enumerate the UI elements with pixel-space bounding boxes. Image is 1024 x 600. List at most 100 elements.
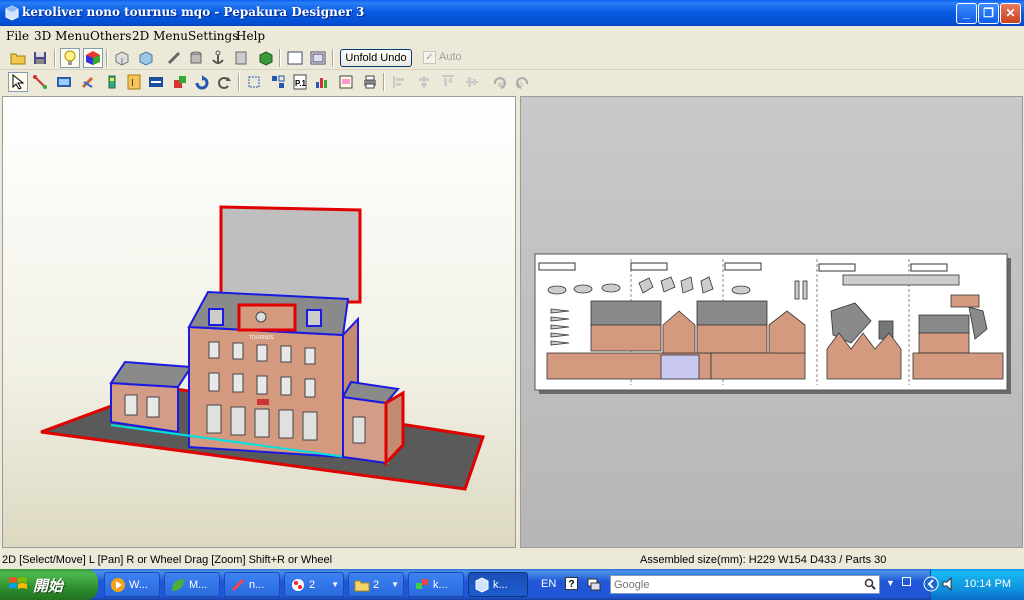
- arrange-icon[interactable]: [268, 72, 288, 92]
- auto-checkbox[interactable]: ✓: [423, 51, 436, 64]
- status-bar: 2D [Select/Move] L [Pan] R or Wheel Drag…: [0, 552, 1024, 569]
- image-icon[interactable]: [146, 72, 166, 92]
- rotate-icon[interactable]: [192, 72, 212, 92]
- taskbar-item-notepad[interactable]: n...: [224, 572, 280, 597]
- selected-wall-panel: [219, 205, 362, 304]
- window-title: keroliver nono tournus mqo - Pepakura De…: [22, 5, 365, 19]
- left-wing-roof: [109, 360, 193, 389]
- language-indicator[interactable]: EN: [541, 578, 556, 590]
- page-setup-icon[interactable]: P.1: [290, 72, 310, 92]
- taskbar-item-k1[interactable]: k...: [408, 572, 464, 597]
- network-icon[interactable]: [586, 576, 602, 592]
- anchor-icon[interactable]: [208, 48, 228, 68]
- taskbar-item-wmp[interactable]: W...: [104, 572, 160, 597]
- open-icon[interactable]: [8, 48, 28, 68]
- windows-logo-icon: [9, 577, 27, 589]
- pepakura-icon: [475, 577, 489, 593]
- print-icon[interactable]: [360, 72, 380, 92]
- search-icon[interactable]: [864, 578, 876, 590]
- flip-icon[interactable]: [214, 72, 234, 92]
- start-label: 開始: [33, 578, 64, 595]
- menu-2d[interactable]: 2D Menu: [132, 29, 188, 43]
- taskbar-item-label: 2: [373, 579, 380, 591]
- pencil-icon[interactable]: [164, 48, 184, 68]
- 3d-view-pane[interactable]: TOURNUS: [2, 96, 516, 548]
- svg-text:90: 90: [498, 83, 505, 89]
- chevron-down-icon: ▼: [331, 580, 339, 589]
- menu-others[interactable]: Others: [90, 29, 131, 43]
- select-arrow-icon[interactable]: [8, 72, 28, 92]
- text-box-icon[interactable]: I: [124, 72, 144, 92]
- texture-toggle-icon[interactable]: [83, 48, 103, 68]
- join-edge-icon[interactable]: [30, 72, 50, 92]
- tray-expand-icon[interactable]: [923, 576, 939, 592]
- pepakura-app-icon: [5, 5, 19, 21]
- search-options-icon[interactable]: ▼: [886, 578, 895, 588]
- title-bar: keroliver nono tournus mqo - Pepakura De…: [0, 0, 1024, 26]
- print-preview-icon[interactable]: [336, 72, 356, 92]
- taskbar-item-label: k...: [493, 579, 508, 591]
- 2d-view-pane[interactable]: [520, 96, 1023, 548]
- svg-text:I: I: [131, 78, 134, 89]
- lightbulb-icon[interactable]: [60, 48, 80, 68]
- brush-icon[interactable]: [78, 72, 98, 92]
- chart-icon[interactable]: [312, 72, 332, 92]
- svg-text:P.1: P.1: [295, 79, 307, 88]
- align-center-icon[interactable]: [414, 72, 434, 92]
- taskbar-item-label: k...: [433, 579, 448, 591]
- menu-bar: File 3D Menu Others 2D Menu Settings Hel…: [0, 26, 1024, 46]
- menu-settings[interactable]: Settings: [188, 29, 238, 43]
- toolbar-separator: [106, 49, 108, 67]
- align-left-icon[interactable]: [390, 72, 410, 92]
- align-top-icon[interactable]: [438, 72, 458, 92]
- selected-dormer: [237, 303, 297, 332]
- minimize-button[interactable]: _: [956, 3, 977, 24]
- box-view-icon[interactable]: [112, 48, 132, 68]
- green-part-icon[interactable]: [256, 48, 276, 68]
- unfold-undo-button[interactable]: Unfold Undo: [340, 49, 412, 67]
- cylinder-icon[interactable]: [186, 48, 206, 68]
- rotate-left-90-icon[interactable]: 90: [490, 72, 510, 92]
- taskbar-group-folders[interactable]: 2 ▼: [348, 572, 404, 597]
- svg-text:90: 90: [516, 83, 523, 89]
- toolbar-separator: [383, 73, 385, 91]
- toolbar-separator: [54, 49, 56, 67]
- bottle-icon[interactable]: [102, 72, 122, 92]
- search-input[interactable]: [611, 576, 861, 593]
- google-search-box[interactable]: [610, 575, 880, 594]
- auto-label: Auto: [439, 51, 462, 63]
- texture-edit-icon[interactable]: [170, 72, 190, 92]
- save-icon[interactable]: [30, 48, 50, 68]
- part-icon[interactable]: [231, 48, 251, 68]
- main-toolbar: Unfold Undo ✓ Auto: [0, 46, 1024, 70]
- start-button[interactable]: 開始: [0, 569, 98, 600]
- close-button[interactable]: ✕: [1000, 3, 1021, 24]
- volume-icon[interactable]: [941, 576, 957, 592]
- paint-icon: [292, 579, 304, 591]
- menu-help[interactable]: Help: [236, 29, 265, 43]
- menu-file[interactable]: File: [6, 29, 29, 43]
- film-icon[interactable]: [54, 72, 74, 92]
- rotate-right-90-icon[interactable]: 90: [512, 72, 532, 92]
- toolbar-separator: [238, 73, 240, 91]
- 2d-pattern-layout: [534, 253, 1011, 394]
- edit-toolbar: I P.1 90 90: [0, 70, 1024, 94]
- menu-3d[interactable]: 3D Menu: [34, 29, 90, 43]
- single-pane-icon[interactable]: [285, 48, 305, 68]
- help-icon[interactable]: ?: [565, 577, 578, 590]
- taskbar-item-m[interactable]: M...: [164, 572, 220, 597]
- align-middle-icon[interactable]: [462, 72, 482, 92]
- toolbar-separator: [279, 49, 281, 67]
- dual-pane-icon[interactable]: [308, 48, 328, 68]
- taskbar-item-pepakura[interactable]: k...: [468, 572, 528, 597]
- clock: 10:14 PM: [964, 578, 1012, 590]
- taskbar-group-2[interactable]: 2 ▼: [284, 572, 344, 597]
- station-sign: TOURNUS: [249, 335, 274, 341]
- taskbar-item-label: n...: [249, 579, 265, 591]
- fit-view-icon[interactable]: [244, 72, 264, 92]
- toolbar-restore-icon[interactable]: [902, 577, 911, 586]
- leaf-icon: [172, 579, 184, 591]
- 3d-model-render: TOURNUS: [40, 205, 486, 491]
- shaded-box-icon[interactable]: [136, 48, 156, 68]
- restore-button[interactable]: ❐: [978, 3, 999, 24]
